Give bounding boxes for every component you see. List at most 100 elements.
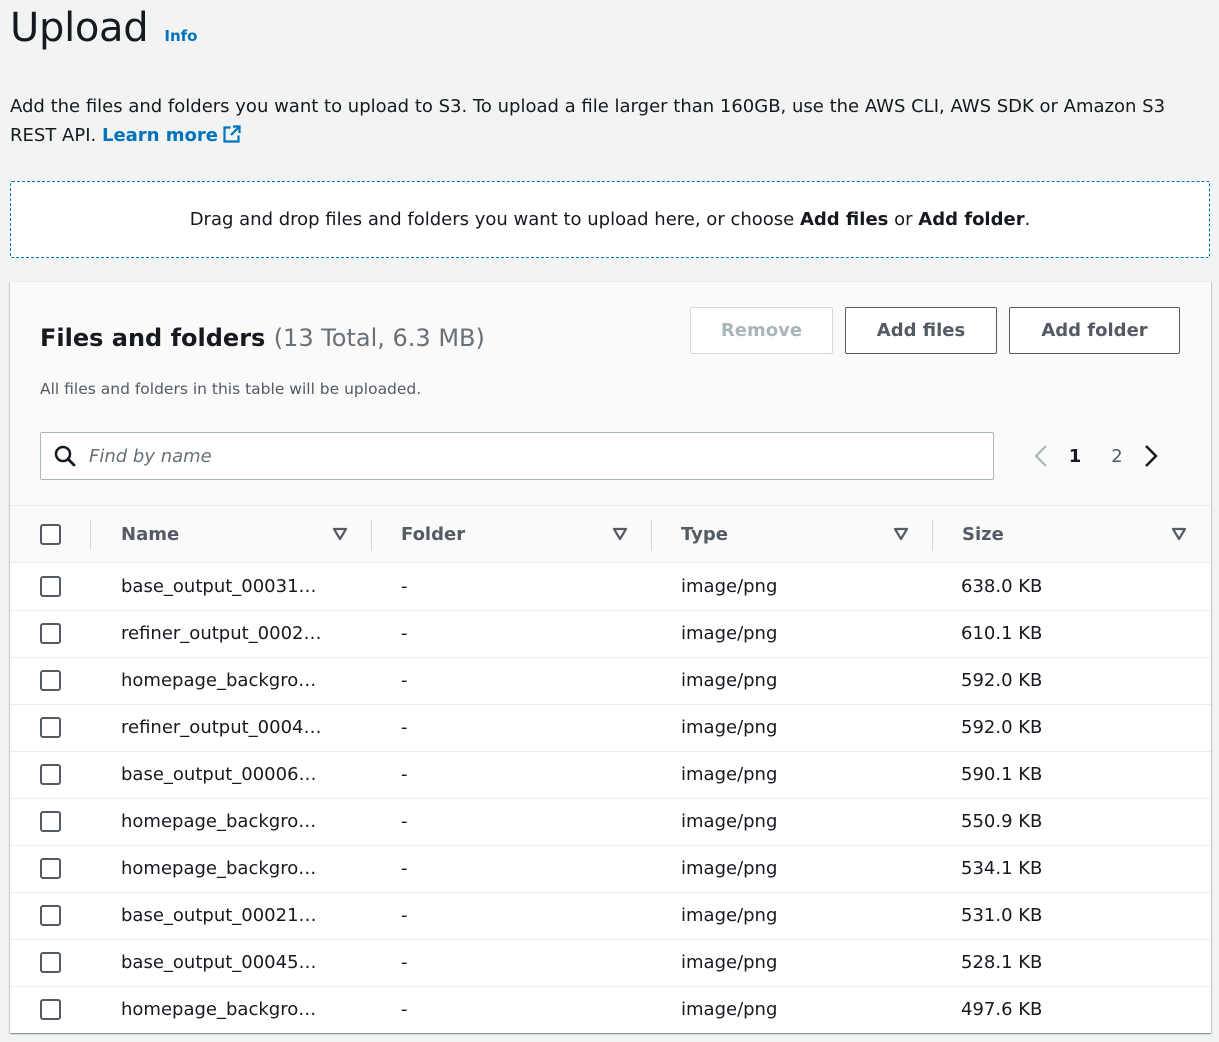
file-name: refiner_output_0004… <box>121 717 322 738</box>
dropzone-period: . <box>1024 209 1031 230</box>
file-folder: - <box>401 811 408 832</box>
search-input[interactable] <box>89 445 969 467</box>
files-panel: Files and folders (13 Total, 6.3 MB) All… <box>10 281 1211 1033</box>
column-type-label[interactable]: Type <box>681 524 728 545</box>
page-header: Upload Info <box>10 4 197 52</box>
column-size-label[interactable]: Size <box>962 524 1004 545</box>
drop-zone[interactable]: Drag and drop files and folders you want… <box>10 181 1210 258</box>
file-type: image/png <box>681 623 778 644</box>
table-row[interactable]: base_output_00045… - image/png 528.1 KB <box>10 940 1211 987</box>
column-header-name: Name <box>121 506 179 563</box>
file-size: 590.1 KB <box>961 764 1043 785</box>
table-row[interactable]: base_output_00031… - image/png 638.0 KB <box>10 564 1211 611</box>
row-checkbox[interactable] <box>40 576 61 597</box>
page-2-button[interactable]: 2 <box>1096 446 1138 467</box>
column-header-folder: Folder <box>401 506 465 563</box>
file-folder: - <box>401 623 408 644</box>
file-folder: - <box>401 858 408 879</box>
panel-description: All files and folders in this table will… <box>40 380 422 398</box>
dropzone-or: or <box>894 209 913 230</box>
learn-more-link[interactable]: Learn more <box>102 125 242 146</box>
file-name: refiner_output_0002… <box>121 623 322 644</box>
page-1-button[interactable]: 1 <box>1054 446 1096 467</box>
info-link[interactable]: Info <box>164 27 197 45</box>
row-checkbox[interactable] <box>40 858 61 879</box>
file-folder: - <box>401 905 408 926</box>
sort-type-icon[interactable] <box>893 526 909 545</box>
file-size: 531.0 KB <box>961 905 1043 926</box>
row-checkbox[interactable] <box>40 905 61 926</box>
column-name-label[interactable]: Name <box>121 524 179 545</box>
row-checkbox[interactable] <box>40 717 61 738</box>
file-folder: - <box>401 764 408 785</box>
file-type: image/png <box>681 952 778 973</box>
file-folder: - <box>401 717 408 738</box>
column-divider <box>371 520 372 550</box>
row-checkbox[interactable] <box>40 670 61 691</box>
file-name: homepage_backgro… <box>121 670 317 691</box>
column-header-size: Size <box>962 506 1004 563</box>
file-type: image/png <box>681 576 778 597</box>
dropzone-add-files: Add files <box>799 209 889 230</box>
table-row[interactable]: homepage_backgro… - image/png 534.1 KB <box>10 846 1211 893</box>
table-row[interactable]: homepage_backgro… - image/png 497.6 KB <box>10 987 1211 1033</box>
file-size: 550.9 KB <box>961 811 1043 832</box>
add-files-button[interactable]: Add files <box>845 307 997 354</box>
search-box <box>40 432 994 480</box>
file-size: 534.1 KB <box>961 858 1043 879</box>
panel-title: Files and folders (13 Total, 6.3 MB) <box>40 324 485 352</box>
file-name: base_output_00031… <box>121 576 317 597</box>
file-type: image/png <box>681 764 778 785</box>
table-row[interactable]: homepage_backgro… - image/png 592.0 KB <box>10 658 1211 705</box>
row-checkbox[interactable] <box>40 623 61 644</box>
page-description: Add the files and folders you want to up… <box>10 92 1210 153</box>
file-folder: - <box>401 576 408 597</box>
table-row[interactable]: homepage_backgro… - image/png 550.9 KB <box>10 799 1211 846</box>
file-size: 592.0 KB <box>961 717 1043 738</box>
column-divider <box>932 520 933 550</box>
panel-count: (13 Total, 6.3 MB) <box>273 324 485 352</box>
column-divider <box>90 520 91 550</box>
file-folder: - <box>401 670 408 691</box>
file-size: 497.6 KB <box>961 999 1043 1020</box>
file-folder: - <box>401 999 408 1020</box>
column-divider <box>651 520 652 550</box>
dropzone-text: Drag and drop files and folders you want… <box>189 209 795 230</box>
file-size: 610.1 KB <box>961 623 1043 644</box>
dropzone-add-folder: Add folder <box>918 209 1025 230</box>
file-folder: - <box>401 952 408 973</box>
row-checkbox[interactable] <box>40 999 61 1020</box>
row-checkbox[interactable] <box>40 952 61 973</box>
learn-more-label: Learn more <box>101 125 218 146</box>
file-name: base_output_00006… <box>121 764 317 785</box>
file-name: base_output_00021… <box>121 905 317 926</box>
sort-folder-icon[interactable] <box>612 526 628 545</box>
add-folder-button[interactable]: Add folder <box>1009 307 1180 354</box>
select-all-checkbox[interactable] <box>40 524 61 545</box>
column-header-type: Type <box>681 506 728 563</box>
file-type: image/png <box>681 858 778 879</box>
table-row[interactable]: refiner_output_0002… - image/png 610.1 K… <box>10 611 1211 658</box>
sort-size-icon[interactable] <box>1171 526 1187 545</box>
row-checkbox[interactable] <box>40 811 61 832</box>
remove-button[interactable]: Remove <box>690 307 833 354</box>
sort-name-icon[interactable] <box>332 526 348 545</box>
table-row[interactable]: refiner_output_0004… - image/png 592.0 K… <box>10 705 1211 752</box>
pagination: 1 2 <box>1028 440 1164 472</box>
table-row[interactable]: base_output_00006… - image/png 590.1 KB <box>10 752 1211 799</box>
file-size: 528.1 KB <box>961 952 1043 973</box>
table-row[interactable]: base_output_00021… - image/png 531.0 KB <box>10 893 1211 940</box>
file-type: image/png <box>681 670 778 691</box>
chevron-right-icon[interactable] <box>1138 444 1164 468</box>
page-title: Upload <box>10 5 149 51</box>
panel-title-text: Files and folders <box>40 324 266 352</box>
table-body: base_output_00031… - image/png 638.0 KB … <box>10 564 1211 1033</box>
chevron-left-icon[interactable] <box>1028 444 1054 468</box>
external-link-icon <box>222 124 242 153</box>
file-name: base_output_00045… <box>121 952 317 973</box>
row-checkbox[interactable] <box>40 764 61 785</box>
search-icon <box>41 445 89 467</box>
column-folder-label[interactable]: Folder <box>401 524 465 545</box>
file-type: image/png <box>681 811 778 832</box>
file-name: homepage_backgro… <box>121 811 317 832</box>
